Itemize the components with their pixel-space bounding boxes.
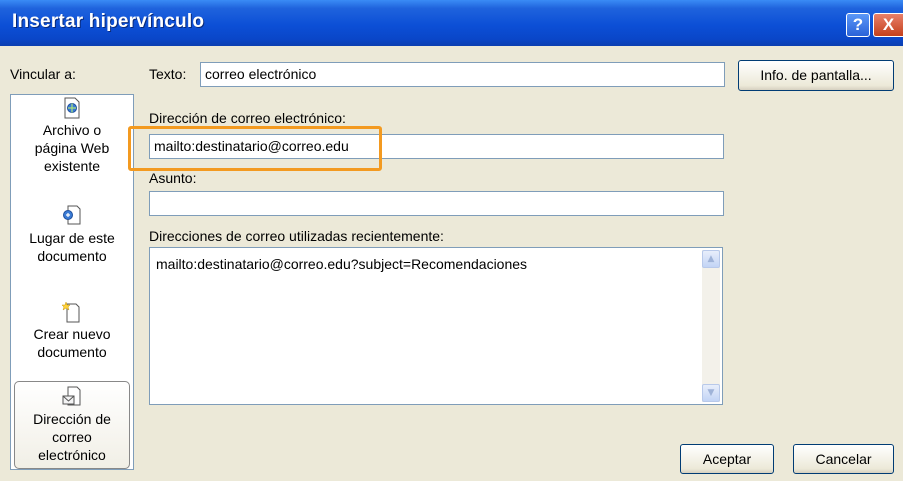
sidebar-item-label: Archivo o bbox=[42, 122, 102, 138]
link-to-label: Vincular a: bbox=[10, 66, 76, 82]
sidebar-item-label: Dirección de bbox=[33, 411, 111, 427]
file-web-icon bbox=[64, 97, 80, 119]
ok-button[interactable]: Aceptar bbox=[680, 444, 774, 474]
sidebar-item-label: electrónico bbox=[38, 447, 106, 463]
sidebar-item-label: correo bbox=[52, 429, 92, 445]
screen-tip-button[interactable]: Info. de pantalla... bbox=[738, 60, 894, 91]
sidebar-item-email-address[interactable]: Dirección de correo electrónico bbox=[14, 381, 130, 469]
text-label: Texto: bbox=[149, 66, 187, 82]
sidebar-item-label: Crear nuevo bbox=[33, 326, 111, 342]
subject-input[interactable] bbox=[149, 191, 724, 216]
new-document-icon bbox=[62, 301, 80, 323]
text-to-display-input[interactable]: correo electrónico bbox=[200, 62, 725, 87]
sidebar-item-label: existente bbox=[43, 158, 101, 174]
email-address-icon bbox=[62, 386, 81, 406]
annotation-highlight bbox=[128, 126, 382, 171]
insert-hyperlink-dialog: Insertar hipervínculo ? X Vincular a: Ar… bbox=[0, 0, 903, 481]
sidebar-item-place-in-document[interactable]: Lugar de este documento bbox=[11, 205, 133, 265]
recent-emails-label: Direcciones de correo utilizadas recient… bbox=[149, 228, 444, 244]
scroll-up-icon[interactable]: ▲ bbox=[702, 250, 720, 268]
sidebar-item-label: documento bbox=[37, 248, 107, 264]
cancel-button[interactable]: Cancelar bbox=[793, 444, 894, 474]
link-to-sidebar: Archivo o página Web existente Lugar de … bbox=[10, 94, 134, 470]
email-address-label: Dirección de correo electrónico: bbox=[149, 110, 346, 126]
place-in-document-icon bbox=[63, 205, 81, 225]
sidebar-item-label: página Web bbox=[34, 140, 110, 156]
list-item[interactable]: mailto:destinatario@correo.edu?subject=R… bbox=[156, 256, 527, 272]
sidebar-item-label: documento bbox=[37, 344, 107, 360]
title-bar[interactable]: Insertar hipervínculo ? X bbox=[0, 0, 903, 46]
sidebar-item-new-document[interactable]: Crear nuevo documento bbox=[11, 301, 133, 361]
sidebar-item-label: Lugar de este bbox=[29, 230, 115, 246]
help-button[interactable]: ? bbox=[846, 13, 870, 37]
dialog-title: Insertar hipervínculo bbox=[12, 11, 205, 32]
vertical-scrollbar[interactable]: ▲ ▼ bbox=[702, 250, 720, 402]
recent-emails-list[interactable]: mailto:destinatario@correo.edu?subject=R… bbox=[149, 247, 723, 405]
subject-label: Asunto: bbox=[149, 170, 197, 186]
scroll-down-icon[interactable]: ▼ bbox=[702, 384, 720, 402]
sidebar-item-existing-file[interactable]: Archivo o página Web existente bbox=[11, 97, 133, 175]
close-button[interactable]: X bbox=[873, 13, 903, 37]
